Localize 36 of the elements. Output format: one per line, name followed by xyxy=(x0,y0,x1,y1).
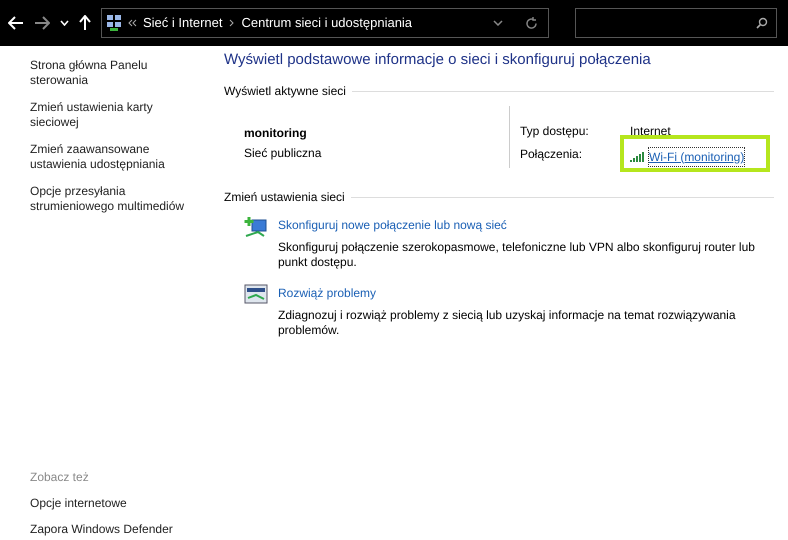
address-bar[interactable]: Sieć i Internet Centrum sieci i udostępniania xyxy=(101,8,549,38)
task-link[interactable]: Rozwiąż problemy xyxy=(278,284,768,302)
page-title: Wyświetl podstawowe informacje o sieci i skonfiguruj połączenia xyxy=(224,50,652,70)
sidebar-link[interactable]: Opcje przesyłania strumieniowego multimediów xyxy=(30,184,185,214)
sidebar-link[interactable]: Zmień zaawansowane ustawienia udostępniania xyxy=(30,142,185,172)
sidebar-link[interactable]: Strona główna Panelu sterowania xyxy=(30,58,185,88)
connections-label: Połączenia: xyxy=(520,146,584,163)
network-icon xyxy=(106,14,122,32)
search-field[interactable] xyxy=(575,8,777,38)
breadcrumb[interactable]: Sieć i Internet xyxy=(143,13,222,33)
breadcrumb[interactable]: Centrum sieci i udostępniania xyxy=(242,13,412,33)
network-name: monitoring xyxy=(244,125,308,142)
sidebar-link[interactable]: Zmień ustawienia karty sieciowej xyxy=(30,100,185,130)
chevrons-icon xyxy=(128,19,137,27)
signal-bars-icon xyxy=(630,152,646,162)
sidebar-link[interactable]: Opcje internetowe xyxy=(30,494,185,512)
access-label: Typ dostępu: xyxy=(520,123,590,140)
back-arrow-icon[interactable] xyxy=(8,16,24,30)
monitor-icon xyxy=(244,284,268,306)
task-link[interactable]: Skonfiguruj nowe połączenie lub nową sieć xyxy=(278,216,768,234)
section-heading: Zmień ustawienia sieci xyxy=(224,189,345,206)
search-icon xyxy=(756,17,768,29)
connection-link[interactable]: Wi-Fi (monitoring) xyxy=(648,146,746,166)
sidebar-link[interactable]: Zapora Windows Defender xyxy=(30,520,185,538)
caret-icon[interactable] xyxy=(493,20,503,26)
section-heading: Zobacz też xyxy=(30,469,90,486)
network-plus-icon xyxy=(244,216,268,240)
chevron-icon xyxy=(228,19,234,27)
up-arrow-icon[interactable] xyxy=(79,15,91,31)
task-description: Skonfiguruj połączenie szerokopasmowe, telefoniczne lub VPN albo skonfiguruj router lub punkt dostępu. xyxy=(278,240,756,270)
section-heading: Wyświetl aktywne sieci xyxy=(224,83,346,100)
forward-arrow-icon[interactable] xyxy=(34,16,50,30)
refresh-icon[interactable] xyxy=(525,16,538,30)
task-description: Zdiagnozuj i rozwiąż problemy z siecią lub uzyskaj informacje na temat rozwiązywania problemów. xyxy=(278,308,737,338)
access-value: Internet xyxy=(630,123,672,140)
network-category: Sieć publiczna xyxy=(244,145,322,162)
